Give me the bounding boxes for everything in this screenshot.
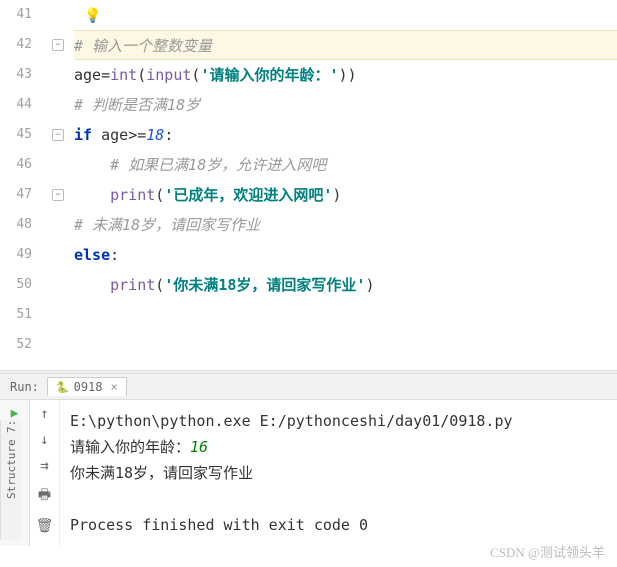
line-number: 46	[0, 150, 32, 180]
run-tab[interactable]: 🐍 0918 ×	[47, 377, 127, 396]
code-line[interactable]	[74, 300, 617, 330]
run-label: Run:	[10, 380, 39, 394]
code-line[interactable]: print('你未满18岁，请回家写作业')	[74, 270, 617, 300]
fold-toggle-icon[interactable]: −	[52, 39, 64, 51]
watermark: CSDN @测试领头羊	[490, 542, 605, 561]
fold-toggle-icon[interactable]: −	[52, 129, 64, 141]
line-number: 45	[0, 120, 32, 150]
code-line[interactable]	[74, 330, 617, 360]
line-number: 49	[0, 240, 32, 270]
line-gutter: 414243444546474849505152	[0, 0, 50, 370]
fold-end-icon[interactable]: −	[52, 189, 64, 201]
line-number: 48	[0, 210, 32, 240]
code-line[interactable]: if age>=18:	[74, 120, 617, 150]
line-number: 51	[0, 300, 32, 330]
up-icon[interactable]: ↑	[40, 406, 48, 422]
line-number: 52	[0, 330, 32, 360]
intention-bulb-icon[interactable]: 💡	[84, 8, 101, 24]
code-line[interactable]: # 判断是否满18岁	[74, 90, 617, 120]
console-exit: Process finished with exit code 0	[70, 512, 607, 538]
code-line[interactable]: # 未满18岁，请回家写作业	[74, 210, 617, 240]
code-line[interactable]: age=int(input('请输入你的年龄：'))	[74, 60, 617, 90]
python-icon: 🐍	[56, 381, 70, 394]
run-tab-name: 0918	[74, 380, 103, 394]
code-editor[interactable]: 414243444546474849505152 − − − 💡 # 输入一个整数变量…	[0, 0, 617, 370]
code-line[interactable]: else:	[74, 240, 617, 270]
line-number: 50	[0, 270, 32, 300]
code-line[interactable]: # 如果已满18岁，允许进入网吧	[74, 150, 617, 180]
line-number: 41	[0, 0, 32, 30]
console-line: 你未满18岁，请回家写作业	[70, 460, 607, 486]
close-icon[interactable]: ×	[111, 380, 118, 394]
structure-tool-button[interactable]: Structure 7:	[0, 420, 22, 540]
rerun-icon[interactable]: ▶	[11, 406, 19, 421]
structure-label: Structure	[5, 439, 18, 499]
line-number: 42	[0, 30, 32, 60]
code-line[interactable]: print('已成年，欢迎进入网吧')	[74, 180, 617, 210]
wrap-icon[interactable]: ⇉	[40, 458, 48, 474]
console-output[interactable]: E:\python\python.exe E:/pythonceshi/day0…	[60, 400, 617, 546]
console-line: 请输入你的年龄：16	[70, 434, 607, 460]
trash-icon[interactable]: 🗑	[36, 518, 54, 534]
down-icon[interactable]: ↓	[40, 432, 48, 448]
print-icon[interactable]: 🖶	[38, 484, 51, 508]
fold-column: − − −	[50, 0, 70, 370]
line-number: 47	[0, 180, 32, 210]
structure-num: 7:	[5, 420, 18, 433]
code-area[interactable]: 💡 # 输入一个整数变量age=int(input('请输入你的年龄：'))# 判…	[70, 0, 617, 370]
run-toolbar-secondary: ↑ ↓ ⇉ 🖶 🗑	[30, 400, 60, 546]
line-number: 43	[0, 60, 32, 90]
run-panel-header: Run: 🐍 0918 ×	[0, 374, 617, 400]
line-number: 44	[0, 90, 32, 120]
code-line[interactable]: 💡	[74, 0, 617, 30]
code-line[interactable]: # 输入一个整数变量	[74, 30, 617, 60]
console-cmd: E:\python\python.exe E:/pythonceshi/day0…	[70, 408, 607, 434]
